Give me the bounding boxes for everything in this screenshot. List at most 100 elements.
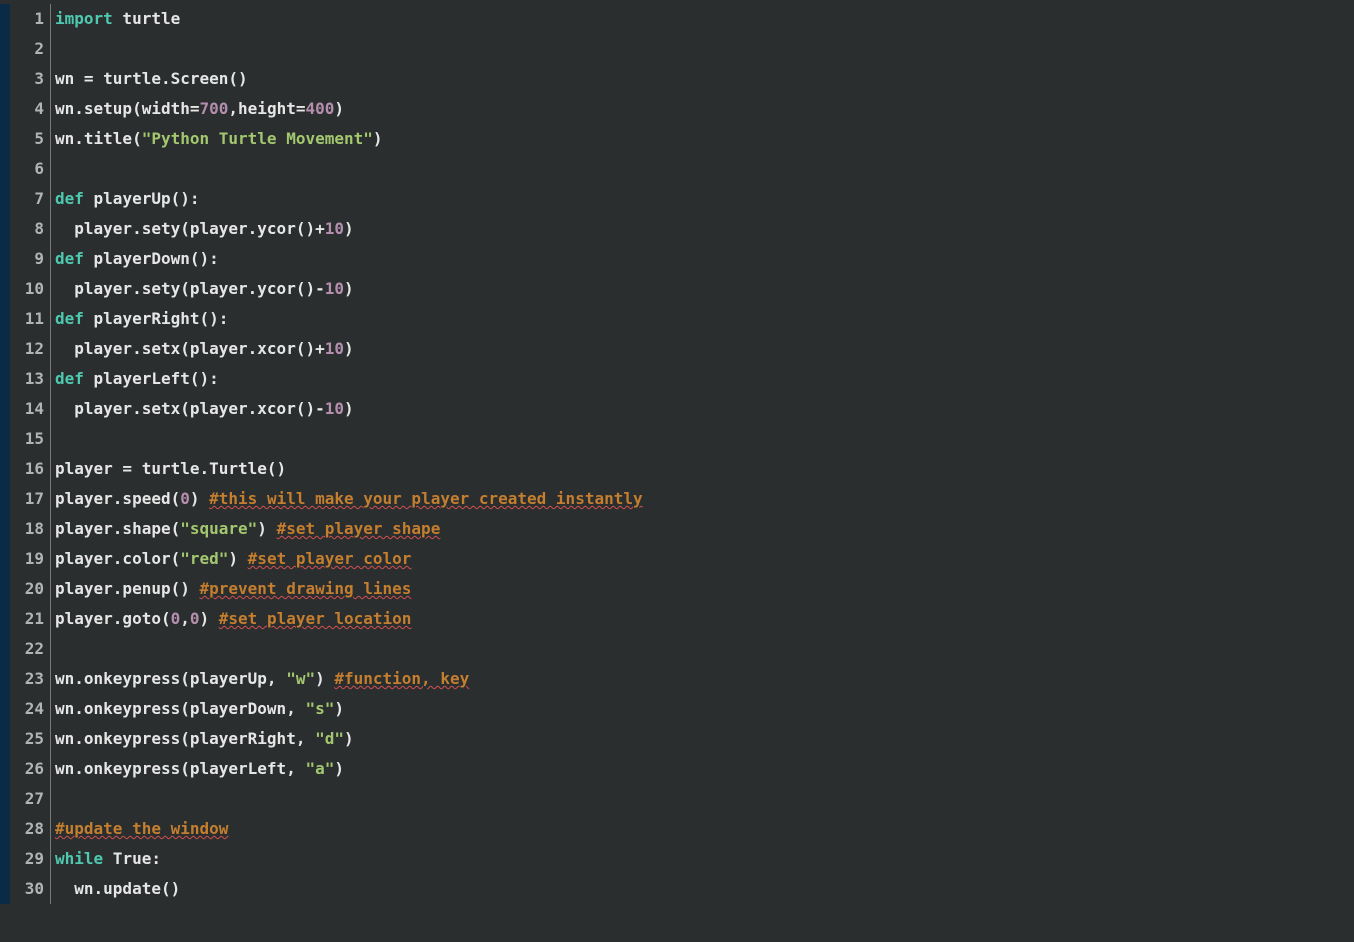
code-token: 400 — [305, 99, 334, 118]
line-number: 19 — [16, 544, 44, 574]
line-number: 27 — [16, 784, 44, 814]
code-token: 700 — [200, 99, 229, 118]
code-token: ) — [315, 669, 334, 688]
code-token: 0 — [180, 489, 190, 508]
line-number: 20 — [16, 574, 44, 604]
line-number: 29 — [16, 844, 44, 874]
line-number: 3 — [16, 64, 44, 94]
code-line[interactable]: player.sety(player.ycor()-10) — [55, 274, 1354, 304]
code-line[interactable] — [55, 634, 1354, 664]
code-token: 10 — [325, 279, 344, 298]
line-number: 17 — [16, 484, 44, 514]
code-line[interactable]: def playerLeft(): — [55, 364, 1354, 394]
code-line[interactable]: def playerUp(): — [55, 184, 1354, 214]
code-line[interactable]: wn.onkeypress(playerUp, "w") #function, … — [55, 664, 1354, 694]
line-number: 7 — [16, 184, 44, 214]
code-line[interactable]: def playerDown(): — [55, 244, 1354, 274]
code-token: 10 — [325, 219, 344, 238]
code-line[interactable] — [55, 34, 1354, 64]
code-token: ) — [344, 279, 354, 298]
code-token: def — [55, 249, 84, 268]
code-token: "Python Turtle Movement" — [142, 129, 373, 148]
code-token: ) — [257, 519, 276, 538]
code-token: wn.title( — [55, 129, 142, 148]
code-token: #set player shape — [277, 519, 441, 538]
code-token: , — [180, 609, 190, 628]
code-line[interactable]: wn.onkeypress(playerDown, "s") — [55, 694, 1354, 724]
code-line[interactable]: player.color("red") #set player color — [55, 544, 1354, 574]
code-line[interactable] — [55, 424, 1354, 454]
code-token: player = turtle.Turtle() — [55, 459, 286, 478]
code-line[interactable]: wn.onkeypress(playerRight, "d") — [55, 724, 1354, 754]
line-number: 28 — [16, 814, 44, 844]
code-token: "s" — [305, 699, 334, 718]
fold-strip — [0, 4, 10, 904]
code-line[interactable]: player.setx(player.xcor()+10) — [55, 334, 1354, 364]
code-line[interactable]: while True: — [55, 844, 1354, 874]
code-token: player.speed( — [55, 489, 180, 508]
code-line[interactable]: wn.onkeypress(playerLeft, "a") — [55, 754, 1354, 784]
code-token: "d" — [315, 729, 344, 748]
code-token: player.setx(player.xcor()- — [55, 399, 325, 418]
code-line[interactable]: player.shape("square") #set player shape — [55, 514, 1354, 544]
line-number: 9 — [16, 244, 44, 274]
code-token: ) — [200, 609, 219, 628]
code-line[interactable]: player.sety(player.ycor()+10) — [55, 214, 1354, 244]
code-token: wn.update() — [55, 879, 180, 898]
line-number: 12 — [16, 334, 44, 364]
line-number: 14 — [16, 394, 44, 424]
code-token: ) — [228, 549, 247, 568]
code-token: playerLeft(): — [84, 369, 219, 388]
code-line[interactable]: player.setx(player.xcor()-10) — [55, 394, 1354, 424]
line-number: 11 — [16, 304, 44, 334]
code-token: ) — [344, 729, 354, 748]
code-line[interactable]: player = turtle.Turtle() — [55, 454, 1354, 484]
code-token: ) — [344, 219, 354, 238]
code-editor[interactable]: 1234567891011121314151617181920212223242… — [0, 0, 1354, 914]
line-number: 2 — [16, 34, 44, 64]
code-line[interactable] — [55, 784, 1354, 814]
line-number: 10 — [16, 274, 44, 304]
code-line[interactable]: player.penup() #prevent drawing lines — [55, 574, 1354, 604]
code-token: player.sety(player.ycor()+ — [55, 219, 325, 238]
code-line[interactable]: wn = turtle.Screen() — [55, 64, 1354, 94]
code-line[interactable]: wn.title("Python Turtle Movement") — [55, 124, 1354, 154]
code-token: wn.setup(width= — [55, 99, 200, 118]
line-number: 6 — [16, 154, 44, 184]
code-token: player.color( — [55, 549, 180, 568]
code-line[interactable] — [55, 154, 1354, 184]
code-token: ) — [334, 699, 344, 718]
line-number: 23 — [16, 664, 44, 694]
code-token: wn.onkeypress(playerUp, — [55, 669, 286, 688]
code-token: turtle — [113, 9, 180, 28]
code-token: import — [55, 9, 113, 28]
line-number: 5 — [16, 124, 44, 154]
line-number: 16 — [16, 454, 44, 484]
code-area[interactable]: import turtle wn = turtle.Screen()wn.set… — [51, 4, 1354, 904]
line-number: 26 — [16, 754, 44, 784]
code-token: playerDown(): — [84, 249, 219, 268]
code-line[interactable]: def playerRight(): — [55, 304, 1354, 334]
line-number: 1 — [16, 4, 44, 34]
code-line[interactable]: import turtle — [55, 4, 1354, 34]
code-token: def — [55, 369, 84, 388]
code-token: def — [55, 309, 84, 328]
code-token: "a" — [305, 759, 334, 778]
line-number: 24 — [16, 694, 44, 724]
code-token: #set player location — [219, 609, 412, 628]
line-number: 8 — [16, 214, 44, 244]
code-line[interactable]: player.goto(0,0) #set player location — [55, 604, 1354, 634]
code-line[interactable]: wn.update() — [55, 874, 1354, 904]
code-token: #set player color — [248, 549, 412, 568]
code-token: "red" — [180, 549, 228, 568]
code-token: wn.onkeypress(playerDown, — [55, 699, 305, 718]
code-token: def — [55, 189, 84, 208]
code-line[interactable]: #update the window — [55, 814, 1354, 844]
code-token: 0 — [171, 609, 181, 628]
line-number: 30 — [16, 874, 44, 904]
code-token: ) — [344, 399, 354, 418]
code-token: player.goto( — [55, 609, 171, 628]
code-token: wn.onkeypress(playerRight, — [55, 729, 315, 748]
code-line[interactable]: wn.setup(width=700,height=400) — [55, 94, 1354, 124]
code-line[interactable]: player.speed(0) #this will make your pla… — [55, 484, 1354, 514]
